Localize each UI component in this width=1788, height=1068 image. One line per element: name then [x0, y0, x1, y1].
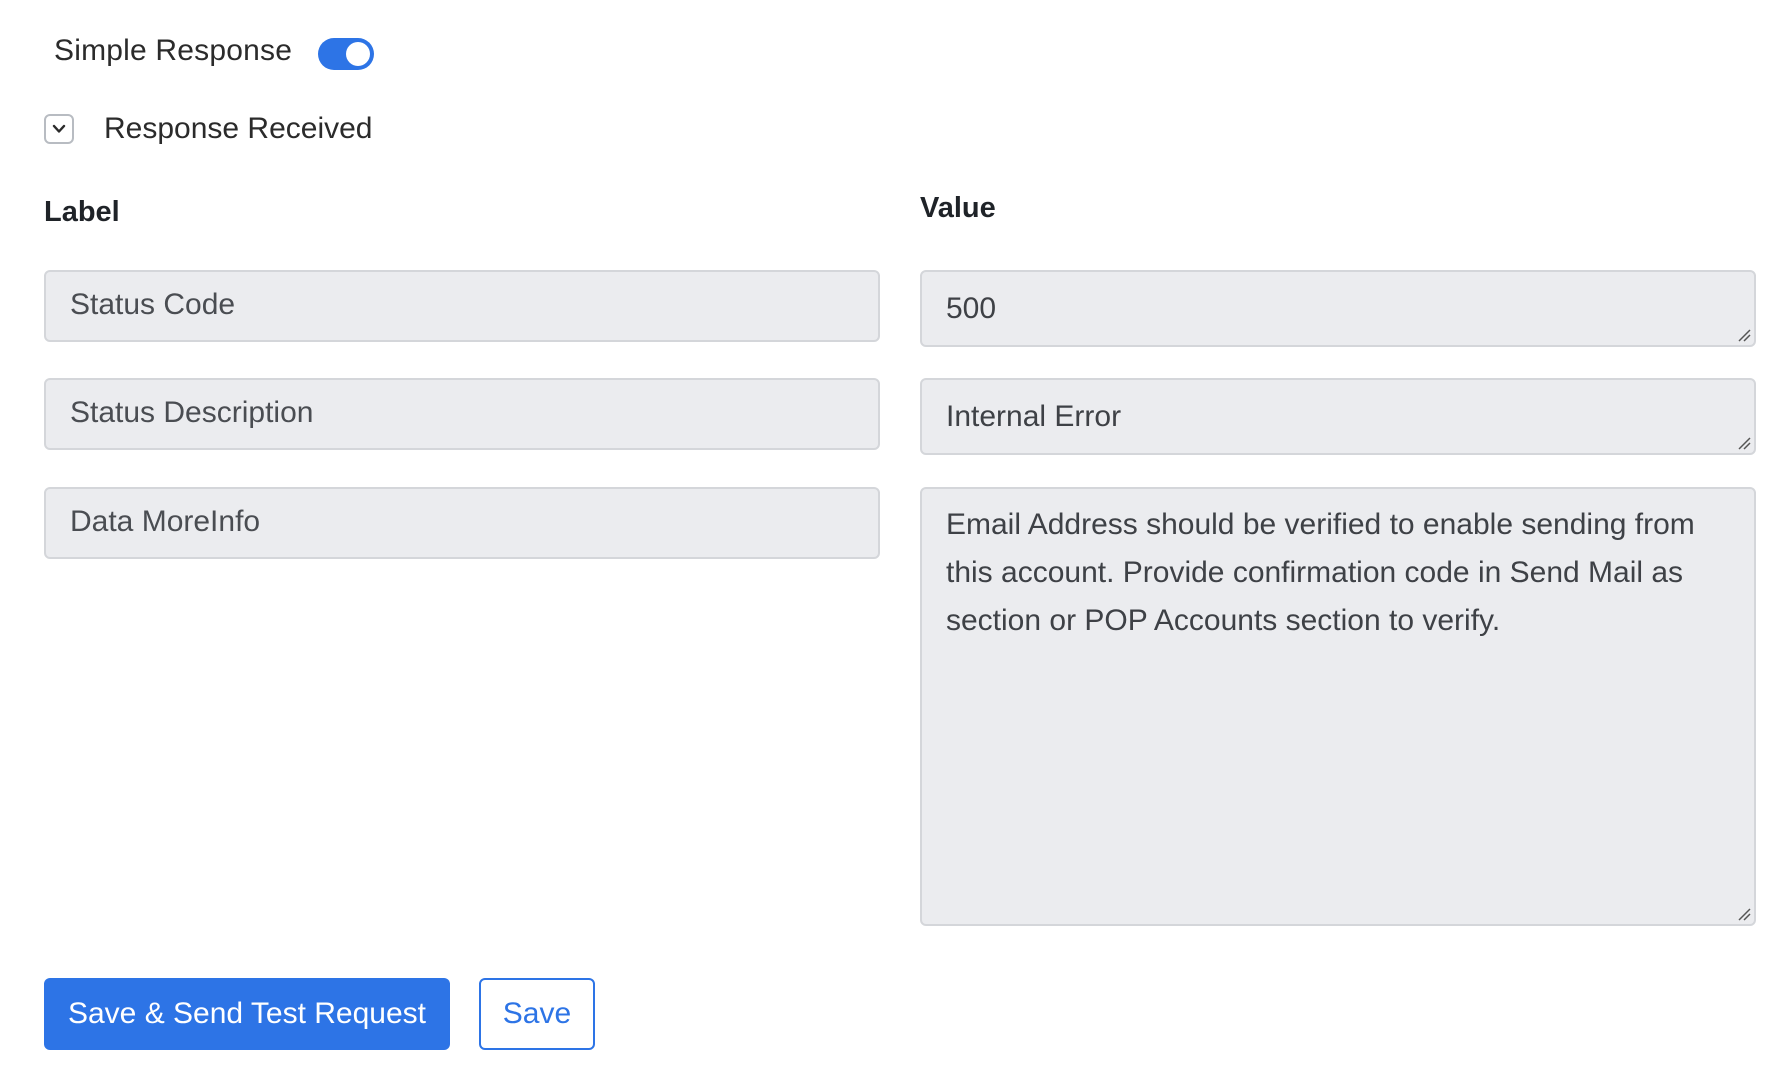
save-and-send-test-request-button[interactable]: Save & Send Test Request: [44, 978, 450, 1050]
label-field-text: Data MoreInfo: [70, 505, 261, 538]
value-field-data-moreinfo[interactable]: Email Address should be verified to enab…: [920, 487, 1756, 926]
value-column-header: Value: [920, 192, 996, 224]
simple-response-row: Simple Response: [54, 32, 375, 70]
value-field-status-code[interactable]: 500: [920, 270, 1756, 347]
label-field-text: Status Description: [70, 396, 314, 429]
value-field-text: 500: [946, 292, 997, 325]
label-column-header: Label: [44, 196, 120, 228]
response-config-panel: Simple Response Response Received Label …: [0, 0, 1788, 1068]
value-field-text: Email Address should be verified to enab…: [946, 508, 1695, 637]
chevron-down-icon: [52, 124, 66, 133]
value-field-status-description[interactable]: Internal Error: [920, 378, 1756, 455]
label-field-status-description[interactable]: Status Description: [44, 378, 880, 450]
simple-response-toggle[interactable]: [318, 38, 375, 70]
label-field-data-moreinfo[interactable]: Data MoreInfo: [44, 487, 880, 559]
simple-response-label: Simple Response: [54, 34, 293, 67]
response-received-collapse-button[interactable]: [44, 114, 74, 144]
label-field-text: Status Code: [70, 288, 236, 321]
label-field-status-code[interactable]: Status Code: [44, 270, 880, 342]
response-received-row: Response Received: [44, 112, 373, 146]
save-button[interactable]: Save: [479, 978, 595, 1050]
resize-grip-icon[interactable]: [1737, 328, 1751, 342]
resize-grip-icon[interactable]: [1737, 907, 1751, 921]
response-received-label: Response Received: [104, 112, 373, 145]
value-field-text: Internal Error: [946, 400, 1122, 433]
toggle-knob: [346, 42, 371, 66]
resize-grip-icon[interactable]: [1737, 436, 1751, 450]
